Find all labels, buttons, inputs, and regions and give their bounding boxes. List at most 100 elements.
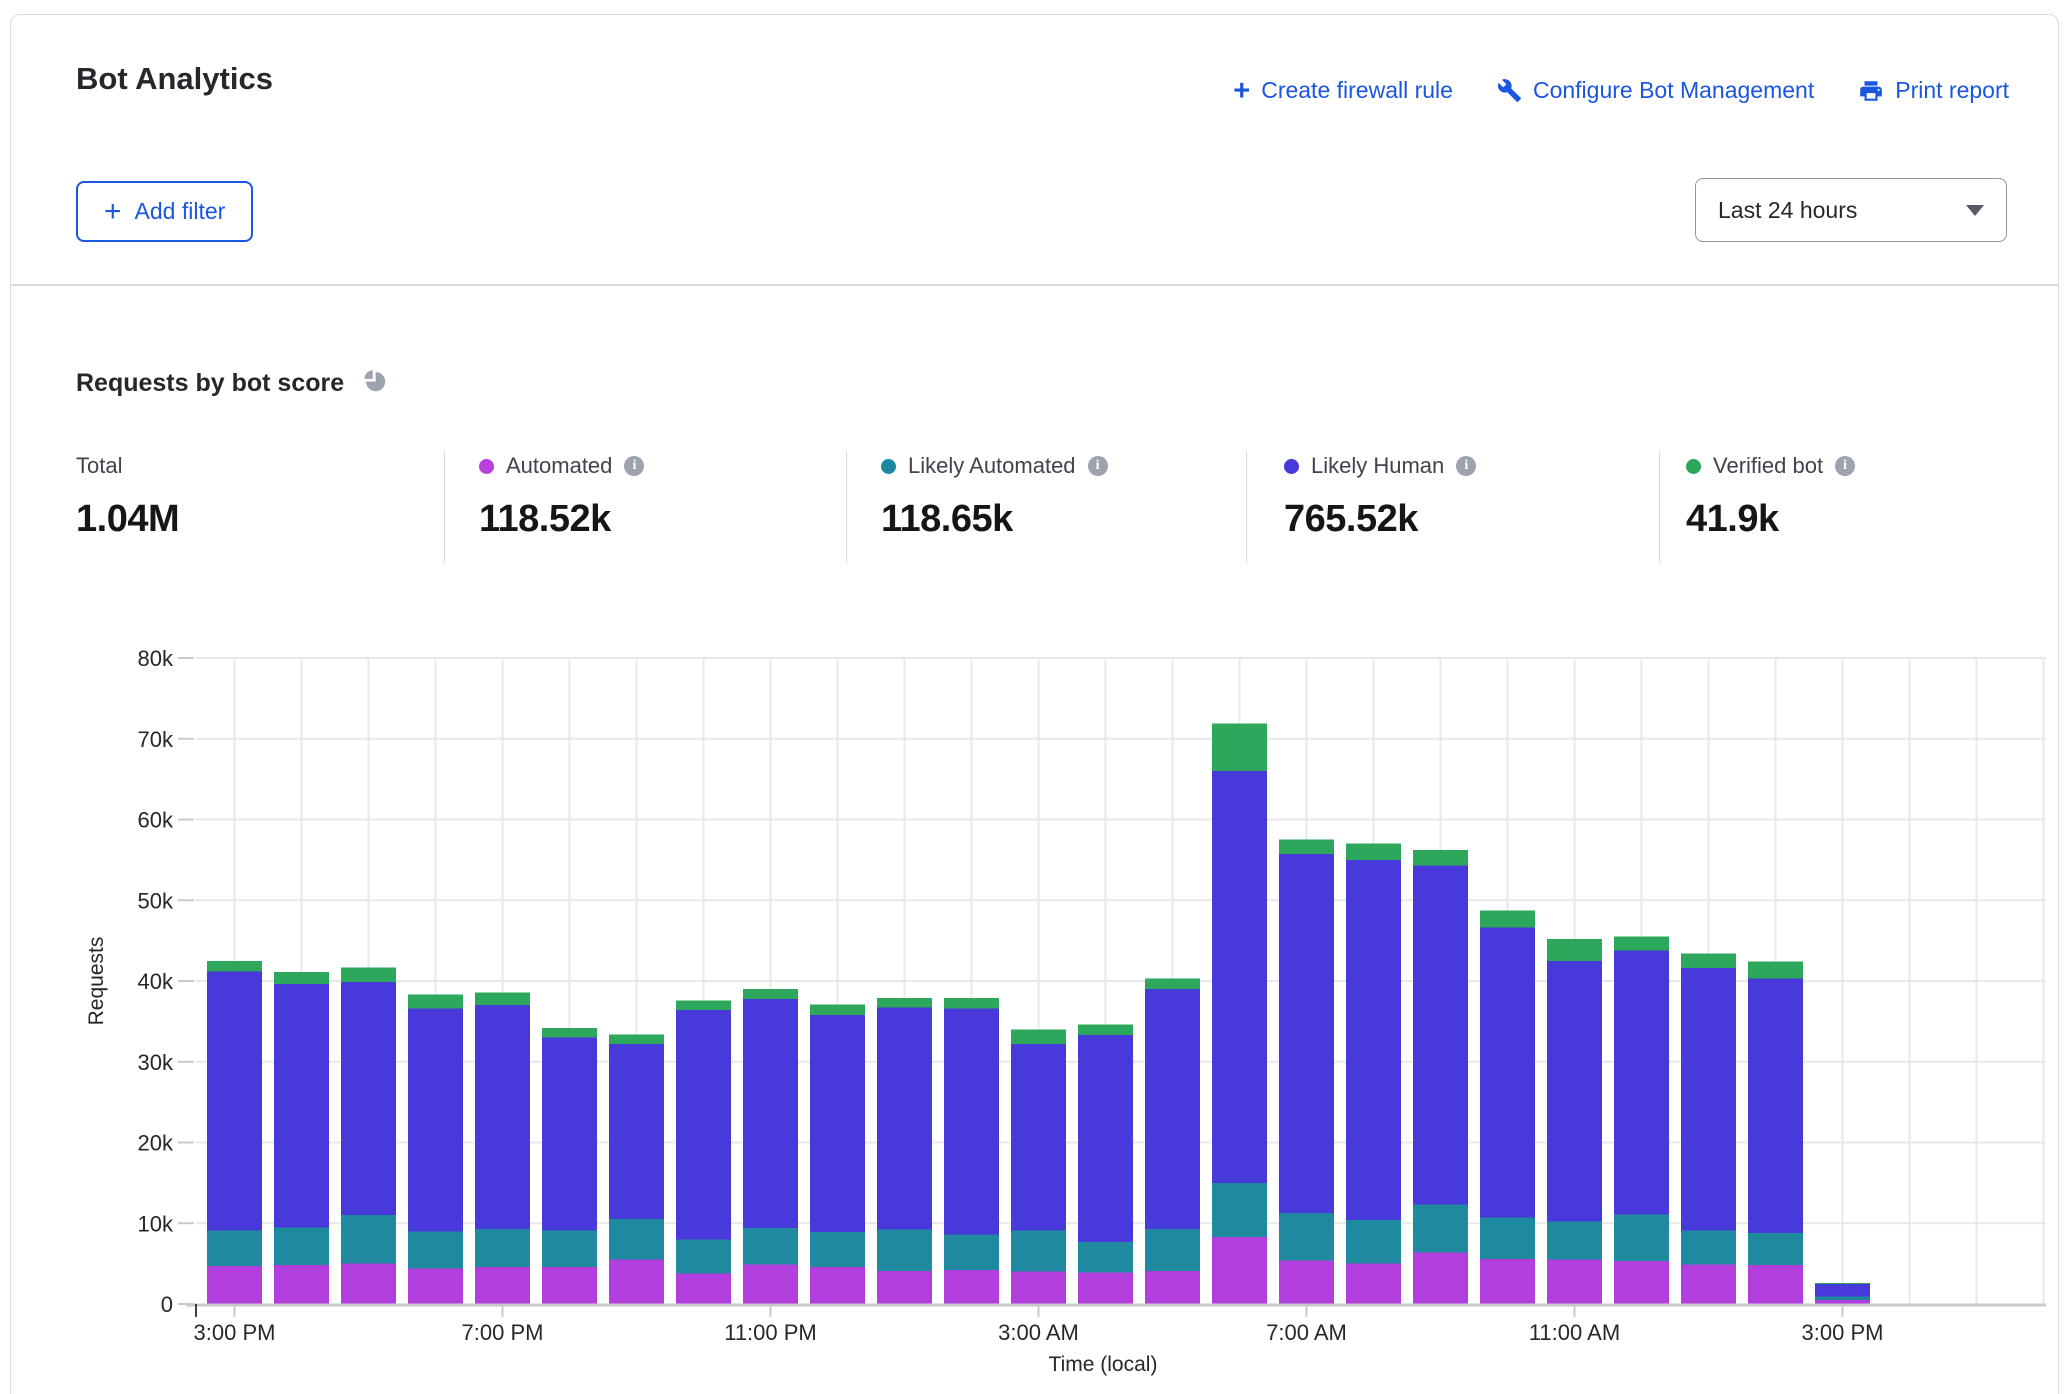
bar-segment[interactable] bbox=[274, 972, 329, 984]
bar-segment[interactable] bbox=[1413, 850, 1468, 865]
bar-segment[interactable] bbox=[944, 998, 999, 1008]
bar-segment[interactable] bbox=[877, 998, 932, 1008]
bar-segment[interactable] bbox=[1145, 1271, 1200, 1304]
bar-segment[interactable] bbox=[408, 1231, 463, 1268]
bar-segment[interactable] bbox=[1815, 1297, 1870, 1300]
bar-segment[interactable] bbox=[944, 1235, 999, 1271]
bar-segment[interactable] bbox=[1212, 1183, 1267, 1237]
bar-segment[interactable] bbox=[1078, 1035, 1133, 1242]
bar-segment[interactable] bbox=[1279, 1260, 1334, 1304]
bar-segment[interactable] bbox=[1212, 771, 1267, 1183]
bar-segment[interactable] bbox=[676, 1239, 731, 1273]
bar-segment[interactable] bbox=[1145, 979, 1200, 989]
bar-segment[interactable] bbox=[1078, 1273, 1133, 1304]
bar-segment[interactable] bbox=[810, 1232, 865, 1267]
bar-segment[interactable] bbox=[1748, 979, 1803, 1233]
bar-segment[interactable] bbox=[1346, 1264, 1401, 1304]
bar-segment[interactable] bbox=[1480, 911, 1535, 928]
bar-segment[interactable] bbox=[1815, 1283, 1870, 1284]
bar-segment[interactable] bbox=[1480, 928, 1535, 1218]
bar-segment[interactable] bbox=[1748, 1265, 1803, 1304]
bar-segment[interactable] bbox=[743, 999, 798, 1228]
bar-segment[interactable] bbox=[1547, 961, 1602, 1222]
bar-segment[interactable] bbox=[1681, 968, 1736, 1230]
bar-segment[interactable] bbox=[475, 1005, 530, 1229]
bar-segment[interactable] bbox=[1547, 939, 1602, 961]
bar-segment[interactable] bbox=[877, 1230, 932, 1271]
bar-segment[interactable] bbox=[341, 982, 396, 1215]
bar-segment[interactable] bbox=[1547, 1260, 1602, 1304]
bar-segment[interactable] bbox=[475, 1229, 530, 1267]
bar-segment[interactable] bbox=[1614, 937, 1669, 951]
bar-segment[interactable] bbox=[877, 1271, 932, 1304]
bar-segment[interactable] bbox=[1480, 1259, 1535, 1304]
bar-segment[interactable] bbox=[1547, 1222, 1602, 1260]
bar-segment[interactable] bbox=[743, 1228, 798, 1264]
bar-segment[interactable] bbox=[274, 984, 329, 1227]
bar-segment[interactable] bbox=[676, 1010, 731, 1239]
bar-segment[interactable] bbox=[1748, 1233, 1803, 1265]
bar-segment[interactable] bbox=[810, 1267, 865, 1304]
bar-segment[interactable] bbox=[609, 1044, 664, 1219]
bar-segment[interactable] bbox=[1614, 950, 1669, 1214]
bar-segment[interactable] bbox=[1346, 1220, 1401, 1264]
bar-segment[interactable] bbox=[1346, 844, 1401, 860]
bar-segment[interactable] bbox=[609, 1219, 664, 1259]
bar-segment[interactable] bbox=[1279, 840, 1334, 855]
bar-segment[interactable] bbox=[877, 1008, 932, 1230]
bar-segment[interactable] bbox=[1011, 1231, 1066, 1272]
bar-segment[interactable] bbox=[207, 971, 262, 1230]
bar-segment[interactable] bbox=[1614, 1261, 1669, 1304]
bar-segment[interactable] bbox=[341, 1264, 396, 1304]
bar-segment[interactable] bbox=[743, 1264, 798, 1304]
bar-segment[interactable] bbox=[676, 1273, 731, 1304]
bar-segment[interactable] bbox=[1212, 1237, 1267, 1304]
bar-segment[interactable] bbox=[274, 1227, 329, 1265]
bar-segment[interactable] bbox=[1681, 1264, 1736, 1304]
bar-segment[interactable] bbox=[408, 995, 463, 1009]
bar-segment[interactable] bbox=[475, 1267, 530, 1304]
bar-segment[interactable] bbox=[1279, 1213, 1334, 1261]
bar-segment[interactable] bbox=[207, 1231, 262, 1267]
bar-segment[interactable] bbox=[1078, 1025, 1133, 1035]
bar-segment[interactable] bbox=[1413, 866, 1468, 1205]
bar-segment[interactable] bbox=[944, 1008, 999, 1234]
bar-segment[interactable] bbox=[1011, 1044, 1066, 1231]
bar-segment[interactable] bbox=[341, 1215, 396, 1263]
bar-segment[interactable] bbox=[1346, 860, 1401, 1220]
bar-segment[interactable] bbox=[1011, 1029, 1066, 1044]
bar-segment[interactable] bbox=[408, 1268, 463, 1304]
bar-segment[interactable] bbox=[676, 1000, 731, 1010]
bar-segment[interactable] bbox=[542, 1267, 597, 1304]
bar-segment[interactable] bbox=[1078, 1242, 1133, 1273]
bar-segment[interactable] bbox=[1614, 1214, 1669, 1261]
bar-segment[interactable] bbox=[274, 1265, 329, 1304]
bar-segment[interactable] bbox=[1413, 1205, 1468, 1253]
bar-segment[interactable] bbox=[609, 1034, 664, 1044]
bar-segment[interactable] bbox=[1145, 989, 1200, 1229]
bar-segment[interactable] bbox=[1815, 1300, 1870, 1304]
bar-segment[interactable] bbox=[1748, 962, 1803, 979]
bar-segment[interactable] bbox=[1681, 954, 1736, 969]
bar-segment[interactable] bbox=[743, 989, 798, 999]
bar-segment[interactable] bbox=[1212, 723, 1267, 771]
bar-segment[interactable] bbox=[609, 1260, 664, 1304]
bar-segment[interactable] bbox=[1413, 1252, 1468, 1304]
bar-segment[interactable] bbox=[1681, 1231, 1736, 1265]
bar-segment[interactable] bbox=[475, 992, 530, 1005]
bar-segment[interactable] bbox=[810, 1015, 865, 1232]
bar-segment[interactable] bbox=[1279, 854, 1334, 1213]
bar-segment[interactable] bbox=[542, 1038, 597, 1231]
bar-segment[interactable] bbox=[207, 1266, 262, 1304]
bar-segment[interactable] bbox=[207, 961, 262, 971]
bar-segment[interactable] bbox=[1145, 1229, 1200, 1271]
bar-segment[interactable] bbox=[341, 967, 396, 982]
bar-segment[interactable] bbox=[1480, 1218, 1535, 1259]
bar-segment[interactable] bbox=[542, 1231, 597, 1267]
bar-segment[interactable] bbox=[810, 1004, 865, 1014]
bar-segment[interactable] bbox=[1011, 1272, 1066, 1304]
bar-segment[interactable] bbox=[1815, 1284, 1870, 1297]
bar-segment[interactable] bbox=[542, 1028, 597, 1038]
bar-segment[interactable] bbox=[944, 1270, 999, 1304]
bar-segment[interactable] bbox=[408, 1008, 463, 1231]
